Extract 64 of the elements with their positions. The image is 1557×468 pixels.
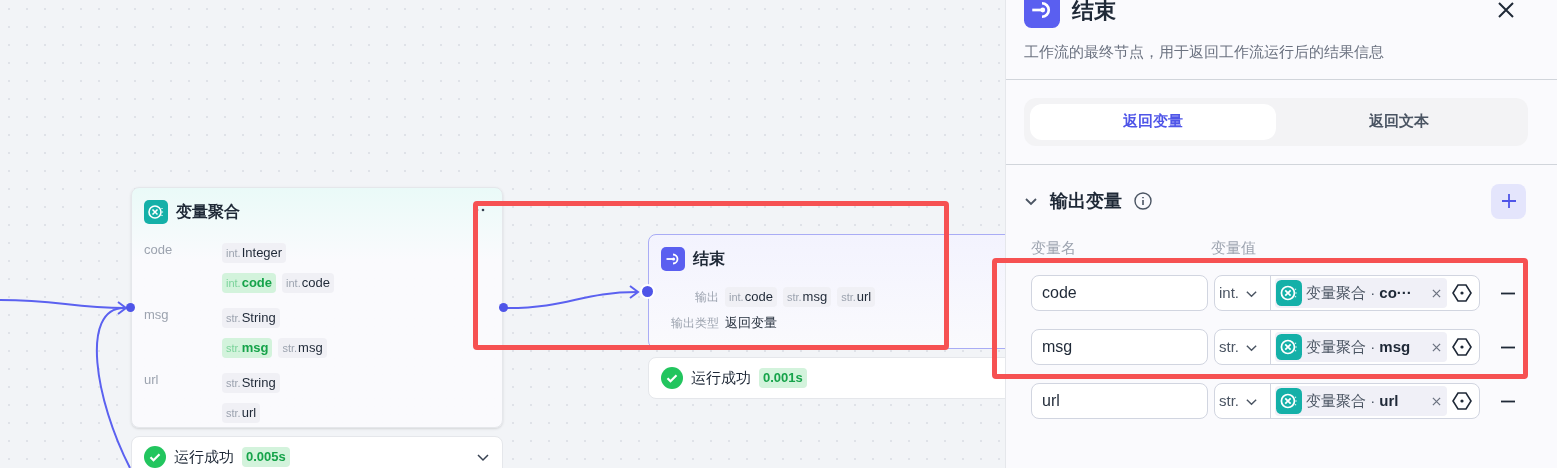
column-header: 变量值 [1211, 237, 1256, 258]
add-button[interactable] [1491, 183, 1526, 219]
variable-tag: int.Integer [222, 243, 287, 263]
variable-tag: str.msg [222, 338, 273, 358]
panel-description: 工作流的最终节点，用于返回工作流运行后的结果信息 [1023, 42, 1385, 62]
type-select[interactable]: str. [1215, 384, 1271, 418]
plus-icon [1500, 193, 1517, 209]
node-title: 变量聚合 [176, 202, 240, 222]
hexagon-icon[interactable] [1452, 283, 1472, 303]
variable-tag: int.code [222, 273, 277, 293]
tab[interactable]: 返回文本 [1276, 103, 1522, 140]
remove-icon[interactable] [1432, 342, 1441, 352]
minus-icon[interactable] [1501, 399, 1515, 403]
input-handle[interactable] [126, 303, 135, 312]
close-icon[interactable] [1497, 1, 1515, 19]
variable-tag: str.String [222, 308, 280, 328]
column-header: 变量名 [1031, 237, 1077, 258]
group-name: code [144, 241, 174, 259]
type-select[interactable]: int. [1215, 276, 1271, 310]
hexagon-icon[interactable] [1452, 337, 1472, 357]
duration-badge: 0.005s [242, 447, 290, 467]
variable-node-icon [144, 200, 168, 224]
variable-tag: int.code [282, 273, 334, 293]
output-handle[interactable] [499, 303, 508, 312]
variable-tag: str.msg [278, 338, 327, 358]
end-node[interactable]: 结束 输出 int.code str.msg str.url 输出类型 返回变量 [648, 234, 1005, 349]
variable-reference[interactable]: 变量聚合 · msg [1275, 332, 1447, 362]
minus-icon[interactable] [1501, 345, 1515, 349]
type-select[interactable]: str. [1215, 330, 1271, 364]
name-input[interactable]: code [1031, 275, 1208, 311]
name-input[interactable]: msg [1031, 329, 1208, 365]
end-node-icon [661, 247, 685, 271]
variable-reference[interactable]: 变量聚合 · co··· [1275, 278, 1447, 308]
variable-tag: str.String [222, 373, 280, 393]
variable-tag: str.url [837, 287, 876, 307]
status-text: 运行成功 [174, 446, 234, 467]
node-title: 结束 [693, 249, 725, 269]
variable-tag: str.msg [782, 287, 832, 307]
field-label: 输出类型 [670, 314, 719, 332]
aggregator-node[interactable]: 变量聚合 code int.Integer int.code int.code msg str.String str.msg str.msg url str.String str.url [131, 187, 503, 428]
minus-icon[interactable] [1501, 291, 1515, 295]
group-name: url [144, 371, 160, 389]
section-title: 输出变量 [1050, 189, 1122, 213]
variable-node-icon [1276, 280, 1302, 306]
success-check-icon [661, 367, 683, 389]
remove-icon[interactable] [1432, 288, 1441, 298]
field-value: 返回变量 [725, 314, 777, 332]
reference-text: 变量聚合 · co··· [1306, 282, 1412, 303]
variable-reference[interactable]: 变量聚合 · url [1275, 386, 1447, 416]
name-input[interactable]: url [1031, 383, 1208, 419]
info-icon[interactable] [1134, 192, 1152, 210]
variable-node-icon [1276, 334, 1302, 360]
tab[interactable]: 返回变量 [1030, 103, 1276, 140]
variable-tag: str.url [222, 403, 261, 423]
remove-icon[interactable] [1432, 396, 1441, 406]
duration-badge: 0.001s [759, 368, 807, 388]
reference-text: 变量聚合 · url [1306, 390, 1399, 411]
variable-tag: int.code [725, 287, 777, 307]
variable-node-icon [1276, 388, 1302, 414]
field-label: 输出 [694, 289, 719, 306]
group-name: msg [144, 306, 170, 324]
reference-text: 变量聚合 · msg [1306, 336, 1411, 357]
hexagon-icon[interactable] [1452, 391, 1472, 411]
status-text: 运行成功 [691, 367, 751, 388]
